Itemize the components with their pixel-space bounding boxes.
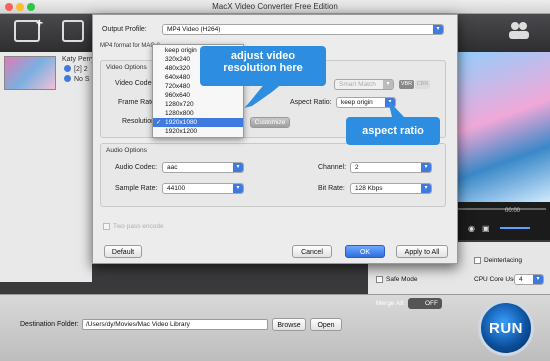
output-profile-select[interactable]: MP4 Video (H264) ▾	[162, 24, 444, 35]
video-thumbnail[interactable]	[4, 56, 56, 90]
playback-progress[interactable]	[458, 208, 546, 210]
channel-select[interactable]: 2 ▾	[350, 162, 432, 173]
cbr-toggle[interactable]: CBR	[415, 80, 430, 89]
chevron-down-icon: ▾	[233, 184, 243, 193]
video-preview	[447, 52, 550, 202]
deinterlacing-checkbox[interactable]	[474, 257, 481, 264]
aspect-ratio-label: Aspect Ratio:	[290, 99, 332, 106]
deinterlacing-label: Deinterlacing	[484, 257, 522, 264]
video-codec-label: Video Codec:	[115, 80, 157, 87]
safe-mode-checkbox[interactable]	[376, 276, 383, 283]
subtitle-icon	[64, 75, 71, 82]
resolution-option[interactable]: 1280x800	[153, 109, 243, 118]
run-button[interactable]: RUN	[478, 300, 534, 356]
file-track-info: [2] 2	[74, 66, 88, 73]
vbr-toggle[interactable]: VBR	[399, 80, 414, 89]
merge-all-label: Merge All:	[376, 300, 405, 307]
add-photo-icon[interactable]	[62, 20, 84, 42]
bit-rate-label: Bit Rate:	[318, 185, 345, 192]
aspect-callout: aspect ratio	[346, 117, 440, 145]
resolution-callout: adjust video resolution here	[200, 46, 326, 86]
resolution-callout-line1: adjust video	[230, 50, 296, 62]
bit-rate-select[interactable]: 128 Kbps ▾	[350, 183, 432, 194]
resolution-option[interactable]: ✓ 1920x1080	[153, 118, 243, 127]
open-button[interactable]: Open	[310, 318, 342, 331]
two-pass-checkbox[interactable]	[103, 223, 110, 230]
destination-label: Destination Folder:	[20, 321, 79, 328]
quality-select[interactable]: Smart Match ▾	[334, 79, 394, 90]
customize-button[interactable]: Customize	[250, 117, 290, 128]
merge-toggle[interactable]: OFF	[408, 298, 442, 309]
chevron-down-icon: ▾	[421, 184, 431, 193]
chevron-down-icon: ▾	[421, 163, 431, 172]
chevron-down-icon: ▾	[433, 25, 443, 34]
chevron-down-icon: ▾	[233, 163, 243, 172]
resolution-callout-arrow	[244, 82, 284, 108]
chevron-down-icon: ▾	[533, 275, 543, 284]
file-name: Katy Perry	[62, 56, 95, 63]
checkmark-icon: ✓	[156, 119, 162, 126]
resolution-option-label: 1920x1080	[165, 119, 198, 126]
resolution-option[interactable]: 1920x1200	[153, 127, 243, 136]
ok-button[interactable]: OK	[345, 245, 385, 258]
channel-label: Channel:	[318, 164, 347, 171]
audio-options-group	[100, 143, 446, 207]
app-title: MacX Video Converter Free Edition	[212, 2, 338, 11]
audio-codec-label: Audio Codec:	[115, 164, 158, 171]
chevron-down-icon: ▾	[383, 80, 393, 89]
destination-field[interactable]: /Users/dy/Movies/Mac Video Library	[82, 319, 268, 330]
aspect-callout-arrow	[388, 100, 404, 117]
snapshot-icon[interactable]: ◉	[468, 224, 475, 233]
two-pass-label: Two pass encode	[113, 223, 164, 230]
sample-rate-select[interactable]: 44100 ▾	[162, 183, 244, 194]
resolution-option[interactable]: 1280x720	[153, 100, 243, 109]
safe-mode-label: Safe Mode	[386, 276, 418, 283]
output-profile-label: Output Profile:	[102, 26, 147, 33]
volume-slider[interactable]	[500, 227, 530, 229]
audio-track-icon	[64, 65, 71, 72]
sample-rate-label: Sample Rate:	[115, 185, 158, 192]
default-button[interactable]: Default	[104, 245, 142, 258]
video-options-title: Video Options	[106, 64, 147, 71]
browse-button[interactable]: Browse	[272, 318, 306, 331]
file-subtitle-info: No S	[74, 76, 90, 83]
audio-codec-select[interactable]: aac ▾	[162, 162, 244, 173]
aspect-ratio-select[interactable]: keep origin ▾	[336, 97, 396, 108]
folder-icon[interactable]: ▣	[482, 224, 490, 233]
resolution-callout-line2: resolution here	[223, 62, 303, 74]
plus-icon: +	[36, 16, 44, 30]
cpu-core-select[interactable]: 4 ▾	[514, 274, 544, 285]
time-readout: 00:00	[505, 208, 521, 214]
cancel-button[interactable]: Cancel	[292, 245, 332, 258]
audio-options-title: Audio Options	[106, 147, 147, 154]
apply-to-all-button[interactable]: Apply to All	[396, 245, 448, 258]
resolution-option[interactable]: 960x640	[153, 91, 243, 100]
users-icon[interactable]	[508, 20, 530, 40]
cpu-core-label: CPU Core Use	[474, 276, 517, 283]
